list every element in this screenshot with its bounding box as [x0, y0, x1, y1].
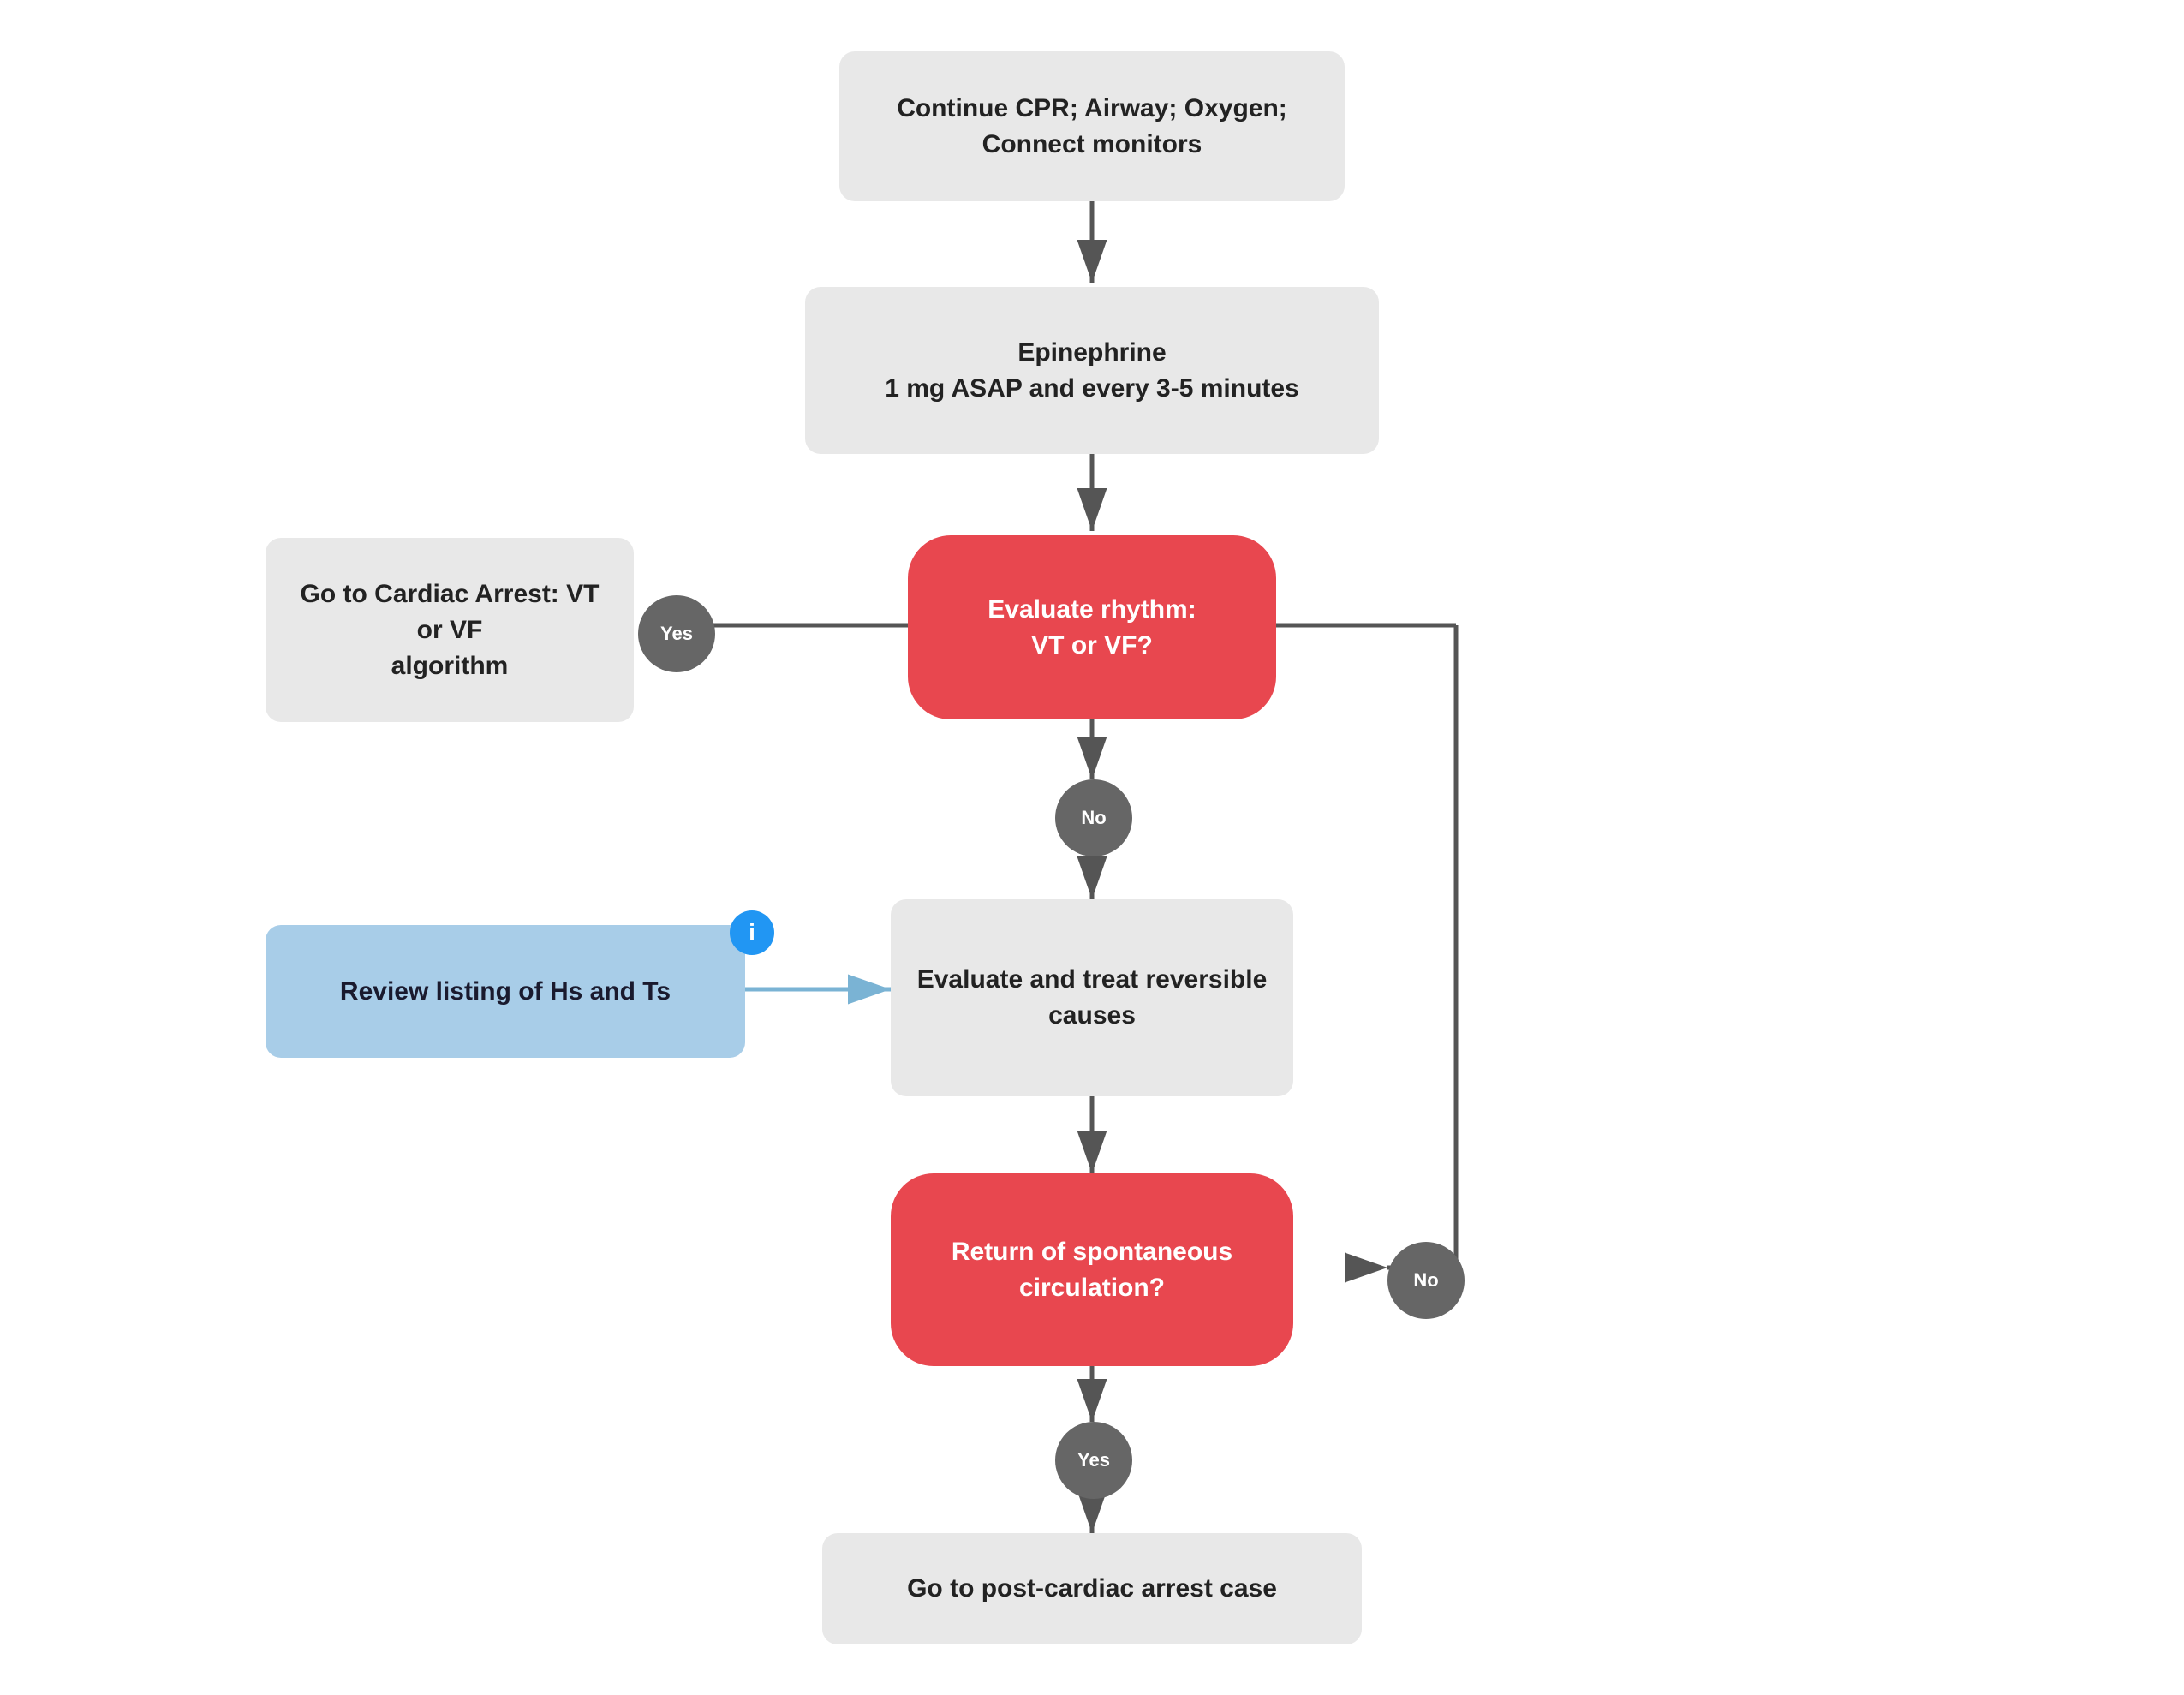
no-vt-vf-circle: No: [1055, 779, 1132, 856]
yes-rosc-circle: Yes: [1055, 1422, 1132, 1499]
no-rosc-circle: No: [1387, 1242, 1465, 1319]
evaluate-treat-box: Evaluate and treat reversible causes: [891, 899, 1293, 1096]
evaluate-rhythm-box: Evaluate rhythm: VT or VF?: [908, 535, 1276, 719]
go-to-vt-vf-box: Go to Cardiac Arrest: VT or VF algorithm: [266, 538, 634, 722]
post-cardiac-arrest-box: Go to post-cardiac arrest case: [822, 1533, 1362, 1644]
review-hs-ts-box[interactable]: Review listing of Hs and Ts: [266, 925, 745, 1058]
continue-cpr-box: Continue CPR; Airway; Oxygen; Connect mo…: [839, 51, 1345, 201]
info-icon[interactable]: i: [730, 910, 774, 955]
yes-vt-vf-circle: Yes: [638, 595, 715, 672]
flowchart: Continue CPR; Airway; Oxygen; Connect mo…: [0, 0, 2184, 1695]
return-spontaneous-box: Return of spontaneous circulation?: [891, 1173, 1293, 1366]
epinephrine-box: Epinephrine 1 mg ASAP and every 3-5 minu…: [805, 287, 1379, 454]
